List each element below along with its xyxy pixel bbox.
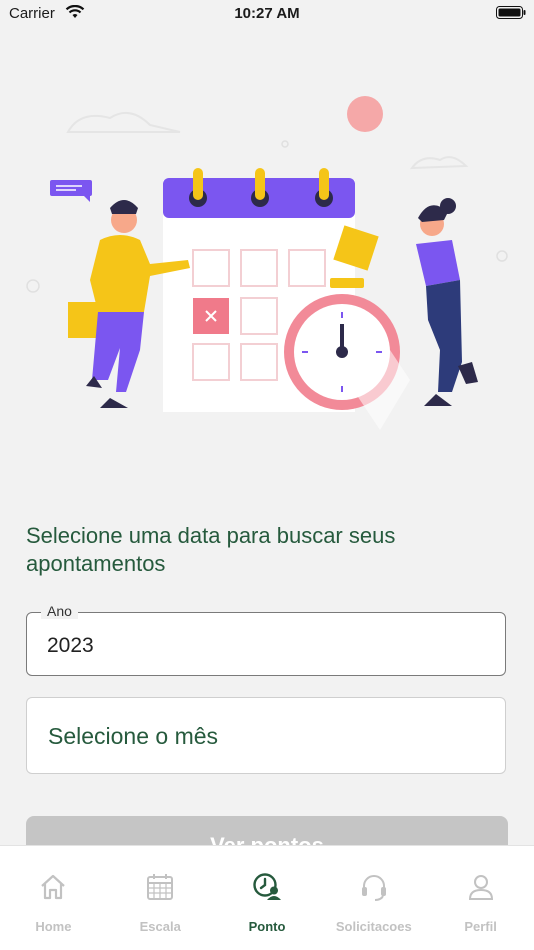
calendar-illustration (26, 96, 508, 430)
tab-ponto[interactable]: Ponto (214, 846, 321, 950)
tab-ponto-label: Ponto (248, 919, 286, 934)
status-bar: Carrier 10:27 AM (0, 0, 534, 30)
year-field[interactable]: Ano 2023 (26, 603, 506, 676)
tab-solicitacoes-label: Solicitacoes (335, 919, 412, 934)
tab-bar: Home Escala Ponto Solicitacoes Perfil (0, 845, 534, 950)
tab-escala-label: Escala (139, 919, 181, 934)
month-select-placeholder: Selecione o mês (48, 723, 219, 749)
headset-icon (361, 875, 386, 901)
status-time: 10:27 AM (234, 5, 300, 22)
tab-perfil-label: Perfil (464, 919, 497, 934)
clock-user-icon (253, 873, 281, 900)
tab-perfil[interactable]: Perfil (427, 846, 534, 950)
home-icon (41, 874, 66, 900)
year-field-value[interactable]: 2023 (47, 634, 94, 658)
search-prompt: Selecione uma data para buscar seus apon… (26, 523, 396, 576)
tab-solicitacoes[interactable]: Solicitacoes (320, 846, 427, 950)
tab-home-label: Home (35, 919, 72, 934)
month-select[interactable]: Selecione o mês (26, 697, 506, 774)
tab-home[interactable]: Home (0, 846, 107, 950)
tab-escala[interactable]: Escala (107, 846, 214, 950)
year-field-label: Ano (41, 603, 78, 619)
user-icon (468, 875, 493, 900)
calendar-icon (147, 874, 174, 900)
battery-icon (496, 6, 526, 19)
